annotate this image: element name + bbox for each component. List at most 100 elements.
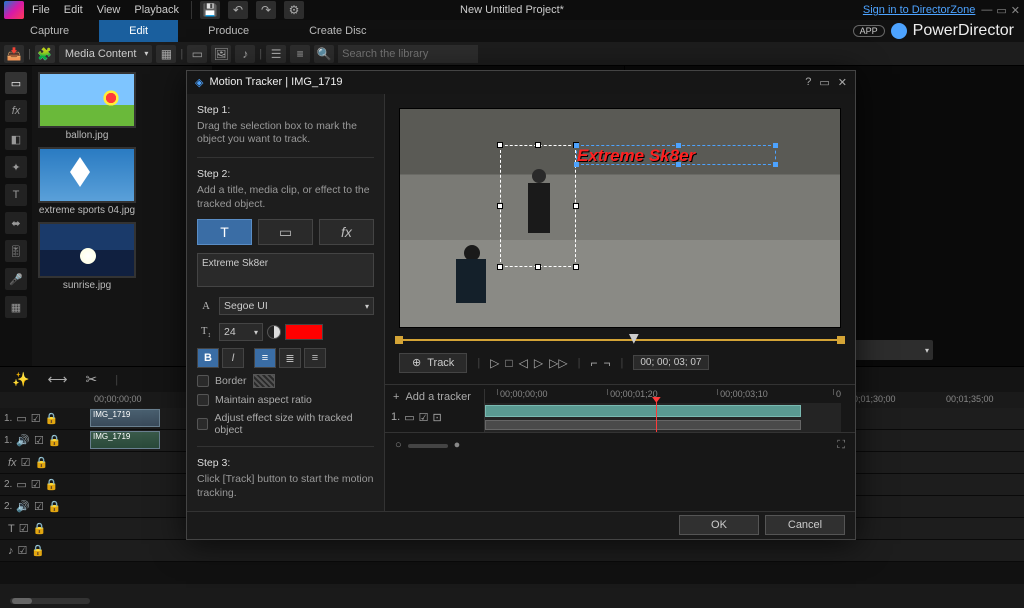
- tracker-ruler[interactable]: 00;00;00;00 00;00;01;20 00;00;03;10 0: [497, 389, 841, 403]
- timeline-clip[interactable]: IMG_1719: [90, 409, 160, 427]
- tracker-fx-icon[interactable]: ⊡: [432, 411, 441, 424]
- mode-produce[interactable]: Produce: [178, 20, 279, 42]
- ok-button[interactable]: OK: [679, 515, 759, 535]
- tracking-selection-box[interactable]: [500, 145, 576, 267]
- align-left-button[interactable]: ≡: [254, 348, 276, 368]
- close-dialog-icon[interactable]: ✕: [838, 76, 847, 89]
- mark-in-icon[interactable]: ⌐: [590, 356, 597, 370]
- next-frame-icon[interactable]: ▷: [534, 356, 543, 370]
- track-button[interactable]: ⊕Track: [399, 353, 467, 373]
- track-audio-icon[interactable]: 🔊: [16, 434, 30, 447]
- media-content-dropdown[interactable]: Media Content: [59, 45, 153, 63]
- align-right-button[interactable]: ≡: [304, 348, 326, 368]
- magic-tool-icon[interactable]: ✨: [12, 371, 29, 388]
- menu-file[interactable]: File: [32, 4, 50, 16]
- filter-image-icon[interactable]: 🖼: [211, 45, 231, 63]
- cancel-button[interactable]: Cancel: [765, 515, 845, 535]
- add-media-button[interactable]: ▭: [258, 219, 313, 245]
- close-icon[interactable]: ✕: [1011, 4, 1020, 17]
- track-title-icon[interactable]: T: [8, 523, 15, 535]
- menu-edit[interactable]: Edit: [64, 4, 83, 16]
- adjust-size-checkbox[interactable]: [197, 418, 208, 430]
- align-center-button[interactable]: ≣: [279, 348, 301, 368]
- tracker-visible-icon[interactable]: ☑: [419, 411, 429, 424]
- filter-audio-icon[interactable]: ♪: [235, 45, 255, 63]
- search-icon[interactable]: 🔍: [314, 45, 334, 63]
- help-icon[interactable]: ?: [805, 76, 811, 89]
- tab-pip[interactable]: ◧: [5, 128, 27, 150]
- stop-icon[interactable]: □: [505, 356, 512, 370]
- timeline-clip[interactable]: IMG_1719: [90, 431, 160, 449]
- font-color-picker-icon[interactable]: [267, 325, 281, 339]
- mark-out-icon[interactable]: ¬: [603, 356, 610, 370]
- project-title: New Untitled Project*: [460, 4, 564, 16]
- border-style-swatch[interactable]: [253, 374, 275, 388]
- minimize-icon[interactable]: —: [981, 4, 992, 17]
- search-input[interactable]: [338, 45, 478, 63]
- font-size-dropdown[interactable]: 24: [219, 323, 263, 341]
- settings-icon[interactable]: ⚙: [284, 1, 304, 19]
- undo-icon[interactable]: ↶: [228, 1, 248, 19]
- add-effect-button[interactable]: fx: [319, 219, 374, 245]
- track-lock-icon[interactable]: 🔒: [45, 412, 59, 425]
- title-overlay-box[interactable]: Extreme Sk8er: [576, 145, 776, 165]
- scrubber[interactable]: [399, 334, 841, 346]
- timecode-display[interactable]: 00; 00; 03; 07: [633, 355, 708, 370]
- menu-view[interactable]: View: [97, 4, 121, 16]
- track-visible-icon[interactable]: ☑: [31, 412, 41, 425]
- menu-playback[interactable]: Playback: [134, 4, 179, 16]
- mode-edit[interactable]: Edit: [99, 20, 178, 42]
- brand-icon: [891, 23, 907, 39]
- plugin-icon[interactable]: 🧩: [35, 45, 55, 63]
- add-tracker-button[interactable]: +Add a tracker: [385, 389, 485, 405]
- trim-tool-icon[interactable]: ⟷: [47, 371, 67, 388]
- title-text-input[interactable]: [197, 253, 374, 287]
- save-icon[interactable]: 💾: [200, 1, 220, 19]
- font-family-dropdown[interactable]: Segoe UI: [219, 297, 374, 315]
- signin-link[interactable]: Sign in to DirectorZone: [863, 4, 976, 16]
- prev-frame-icon[interactable]: ◁: [519, 356, 528, 370]
- fit-icon[interactable]: ⛶: [837, 439, 845, 452]
- tracker-video-icon[interactable]: ▭: [404, 411, 414, 424]
- fast-forward-icon[interactable]: ▷▷: [549, 356, 567, 370]
- border-checkbox[interactable]: [197, 375, 209, 387]
- sort-icon[interactable]: ≡: [290, 45, 310, 63]
- aspect-checkbox[interactable]: [197, 394, 209, 406]
- font-color-swatch[interactable]: [285, 324, 323, 340]
- track-fx-icon[interactable]: fx: [8, 457, 17, 469]
- media-item[interactable]: extreme sports 04.jpg: [38, 147, 136, 216]
- video-preview[interactable]: Extreme Sk8er: [399, 108, 841, 328]
- mode-capture[interactable]: Capture: [0, 20, 99, 42]
- tab-title[interactable]: T: [5, 184, 27, 206]
- zoom-in-icon[interactable]: ●: [454, 439, 461, 452]
- tab-chapter[interactable]: ▦: [5, 296, 27, 318]
- bold-button[interactable]: B: [197, 348, 219, 368]
- grid-icon[interactable]: ▦: [156, 45, 176, 63]
- italic-button[interactable]: I: [222, 348, 244, 368]
- tab-audio-mix[interactable]: 🎚: [5, 240, 27, 262]
- maximize-icon[interactable]: ▭: [819, 76, 829, 89]
- tab-media[interactable]: ▭: [5, 72, 27, 94]
- tab-transition[interactable]: ⬌: [5, 212, 27, 234]
- restore-icon[interactable]: ▭: [996, 4, 1006, 17]
- redo-icon[interactable]: ↷: [256, 1, 276, 19]
- tracker-timeline[interactable]: [485, 403, 841, 432]
- mode-createdisc[interactable]: Create Disc: [279, 20, 396, 42]
- playhead[interactable]: [656, 397, 657, 432]
- media-item[interactable]: sunrise.jpg: [38, 222, 136, 291]
- tab-particle[interactable]: ✦: [5, 156, 27, 178]
- add-title-button[interactable]: T: [197, 219, 252, 245]
- media-item[interactable]: ballon.jpg: [38, 72, 136, 141]
- cut-tool-icon[interactable]: ✂: [86, 371, 98, 388]
- tab-fx[interactable]: fx: [5, 100, 27, 122]
- zoom-out-icon[interactable]: ○: [395, 439, 402, 452]
- track-video-icon[interactable]: ▭: [16, 412, 26, 425]
- explorer-icon[interactable]: ☰: [266, 45, 286, 63]
- step3-label: Step 3:: [197, 457, 374, 469]
- zoom-slider[interactable]: [408, 444, 448, 448]
- timeline-zoom-slider[interactable]: [10, 598, 90, 604]
- tab-voice[interactable]: 🎤: [5, 268, 27, 290]
- play-icon[interactable]: ▷: [490, 356, 499, 370]
- import-icon[interactable]: 📥: [4, 45, 24, 63]
- filter-video-icon[interactable]: ▭: [187, 45, 207, 63]
